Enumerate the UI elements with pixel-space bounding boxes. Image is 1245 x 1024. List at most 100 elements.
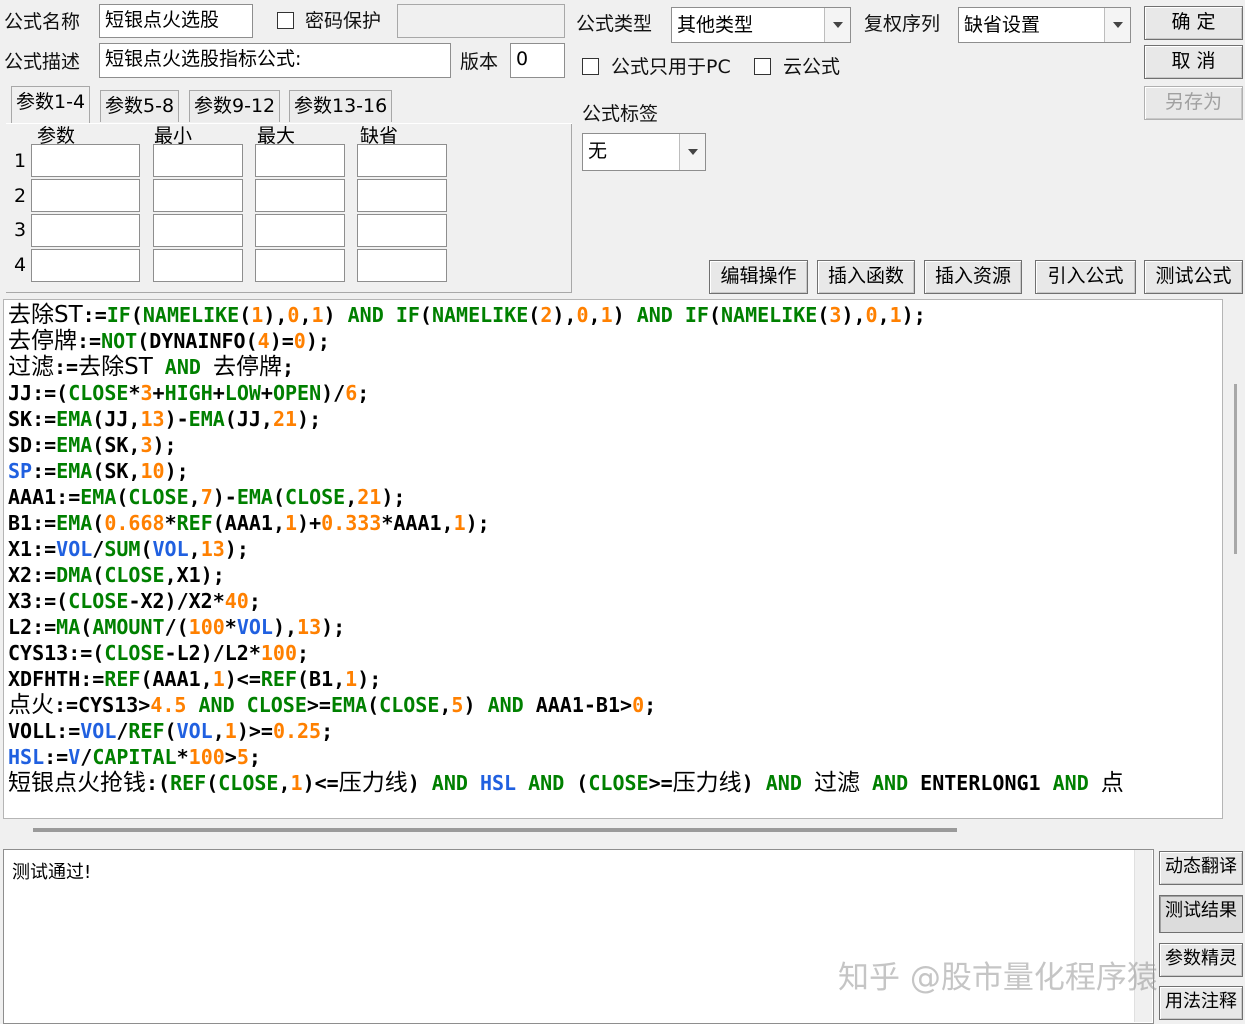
param-3-min-input[interactable] xyxy=(153,214,243,247)
chevron-down-icon[interactable] xyxy=(1104,8,1130,42)
code-token: 2 xyxy=(540,303,553,327)
usage-notes-button[interactable]: 用法注释 xyxy=(1159,986,1243,1020)
code-token: 去停牌 xyxy=(8,328,77,354)
code-token: ; xyxy=(281,355,295,379)
code-token: SP xyxy=(8,459,33,483)
pc-only-checkbox[interactable] xyxy=(582,58,599,75)
code-token: EMA xyxy=(56,511,93,535)
formula-editor-window: 公式名称 短银点火选股 密码保护 公式类型 其他类型 复权序列 缺省设置 确 定… xyxy=(0,0,1245,1024)
test-output-panel[interactable]: 测试通过! xyxy=(3,849,1154,1024)
param-wizard-button[interactable]: 参数精灵 xyxy=(1159,943,1243,977)
code-token: CLOSE xyxy=(246,693,307,717)
code-token: ( xyxy=(164,719,177,743)
cloud-checkbox[interactable] xyxy=(754,58,771,75)
code-token: 100 xyxy=(260,641,297,665)
param-1-default-input[interactable] xyxy=(357,144,447,177)
formula-desc-input[interactable]: 短银点火选股指标公式: xyxy=(99,43,451,78)
code-token: REF xyxy=(170,771,207,795)
code-token: 13 xyxy=(297,615,322,639)
param-4-min-input[interactable] xyxy=(153,249,243,282)
param-3-name-input[interactable] xyxy=(31,214,140,247)
dynamic-translate-button[interactable]: 动态翻译 xyxy=(1159,851,1243,885)
import-formula-button[interactable]: 引入公式 xyxy=(1035,260,1136,294)
code-token: CLOSE xyxy=(68,381,129,405)
param-2-min-input[interactable] xyxy=(153,179,243,212)
code-token: > xyxy=(224,745,237,769)
param-4-default-input[interactable] xyxy=(357,249,447,282)
code-token: 0.668 xyxy=(104,511,165,535)
tab-params-13-16[interactable]: 参数13-16 xyxy=(289,90,393,122)
code-token: , xyxy=(188,537,201,561)
tab-params-9-12[interactable]: 参数9-12 xyxy=(189,90,281,122)
output-message: 测试通过! xyxy=(12,862,92,883)
code-token: 13 xyxy=(200,537,225,561)
code-token: 3 xyxy=(829,303,842,327)
code-token: EMA xyxy=(188,407,225,431)
code-token: )- xyxy=(212,485,237,509)
password-label: 密码保护 xyxy=(305,10,382,32)
code-token: HIGH xyxy=(164,381,213,405)
formula-name-input[interactable]: 短银点火选股 xyxy=(99,4,253,38)
code-token: LOW xyxy=(224,381,261,405)
code-token: SK:= xyxy=(8,407,57,431)
code-token: VOLL:= xyxy=(8,719,81,743)
editor-vertical-scrollbar[interactable] xyxy=(1224,299,1242,819)
code-token: ( xyxy=(92,511,105,535)
code-token: + xyxy=(260,381,273,405)
param-4-name-input[interactable] xyxy=(31,249,140,282)
param-3-max-input[interactable] xyxy=(255,214,345,247)
code-line: JJ:=(CLOSE*3+HIGH+LOW+OPEN)/6; xyxy=(8,380,369,406)
code-token: EMA xyxy=(330,693,368,717)
chevron-down-icon[interactable] xyxy=(824,8,850,42)
code-token: VOL xyxy=(236,615,273,639)
code-editor[interactable]: 去除ST:=IF(NAMELIKE(1),0,1) AND IF(NAMELIK… xyxy=(3,299,1223,819)
code-token: 0 xyxy=(632,693,645,717)
code-token: 0 xyxy=(576,303,589,327)
scrollbar-thumb[interactable] xyxy=(1234,384,1237,554)
test-result-button[interactable]: 测试结果 xyxy=(1159,895,1243,933)
chevron-down-icon[interactable] xyxy=(679,134,705,170)
code-token: ; xyxy=(248,745,261,769)
code-token: 6 xyxy=(345,381,358,405)
code-token: EMA xyxy=(80,485,117,509)
scrollbar-thumb[interactable] xyxy=(33,828,957,832)
tab-params-5-8[interactable]: 参数5-8 xyxy=(100,90,180,122)
param-1-min-input[interactable] xyxy=(153,144,243,177)
formula-type-select[interactable]: 其他类型 xyxy=(671,7,851,43)
edit-ops-button[interactable]: 编辑操作 xyxy=(709,260,808,294)
code-token: REF xyxy=(260,667,297,691)
save-as-button[interactable]: 另存为 xyxy=(1144,86,1243,120)
param-3-default-input[interactable] xyxy=(357,214,447,247)
code-token: AND xyxy=(636,303,673,327)
param-2-default-input[interactable] xyxy=(357,179,447,212)
rights-select[interactable]: 缺省设置 xyxy=(958,7,1131,43)
insert-resource-button[interactable]: 插入资源 xyxy=(924,260,1022,294)
cancel-button[interactable]: 取 消 xyxy=(1144,45,1243,79)
code-token: ( xyxy=(419,303,432,327)
tag-label: 公式标签 xyxy=(582,103,659,125)
editor-horizontal-scrollbar[interactable] xyxy=(3,819,1223,843)
tag-select[interactable]: 无 xyxy=(582,133,706,171)
code-token: ) xyxy=(407,771,432,795)
code-token: (AAA1, xyxy=(140,667,213,691)
param-2-name-input[interactable] xyxy=(31,179,140,212)
param-1-name-input[interactable] xyxy=(31,144,140,177)
password-input[interactable] xyxy=(397,4,565,38)
code-token: ; xyxy=(321,719,334,743)
code-token: ), xyxy=(272,615,298,639)
code-token: EMA xyxy=(56,407,93,431)
param-2-max-input[interactable] xyxy=(255,179,345,212)
code-token: CLOSE xyxy=(218,771,279,795)
param-1-max-input[interactable] xyxy=(255,144,345,177)
code-token: EMA xyxy=(56,459,93,483)
password-checkbox[interactable] xyxy=(277,12,294,29)
ok-button[interactable]: 确 定 xyxy=(1144,6,1243,40)
param-4-max-input[interactable] xyxy=(255,249,345,282)
insert-function-button[interactable]: 插入函数 xyxy=(817,260,915,294)
test-formula-button[interactable]: 测试公式 xyxy=(1144,260,1243,294)
tab-params-1-4[interactable]: 参数1-4 xyxy=(11,86,91,124)
version-input[interactable]: 0 xyxy=(510,43,565,78)
